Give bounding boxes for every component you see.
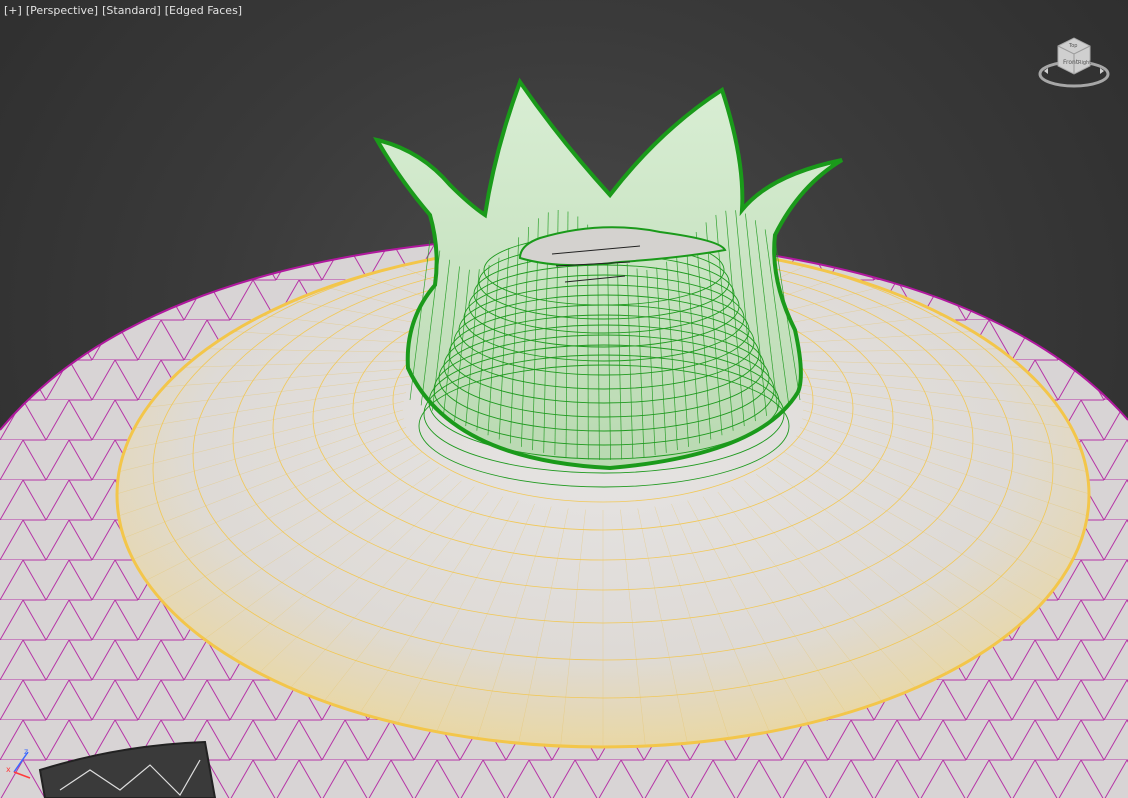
scene-canvas[interactable]: [0, 0, 1128, 798]
axis-z-label: z: [24, 747, 28, 756]
viewcube-front-label: Front: [1063, 59, 1079, 66]
perspective-viewport[interactable]: [+] [Perspective] [Standard] [Edged Face…: [0, 0, 1128, 798]
axis-tripod-icon: z x: [6, 747, 31, 779]
viewcube-right-label: Right: [1078, 60, 1091, 66]
viewport-point-of-view-menu[interactable]: [Perspective]: [26, 4, 98, 18]
viewcube-top-label: Top: [1068, 43, 1077, 49]
viewport-edged-faces-menu[interactable]: [Edged Faces]: [165, 4, 242, 18]
viewport-label-menu: [+] [Perspective] [Standard] [Edged Face…: [4, 4, 242, 18]
viewcube-icon[interactable]: Front Right Top: [1036, 30, 1112, 94]
viewport-shading-mode-menu[interactable]: [Standard]: [102, 4, 161, 18]
viewport-plus-menu[interactable]: [+]: [4, 4, 22, 18]
axis-x-label: x: [6, 765, 11, 774]
